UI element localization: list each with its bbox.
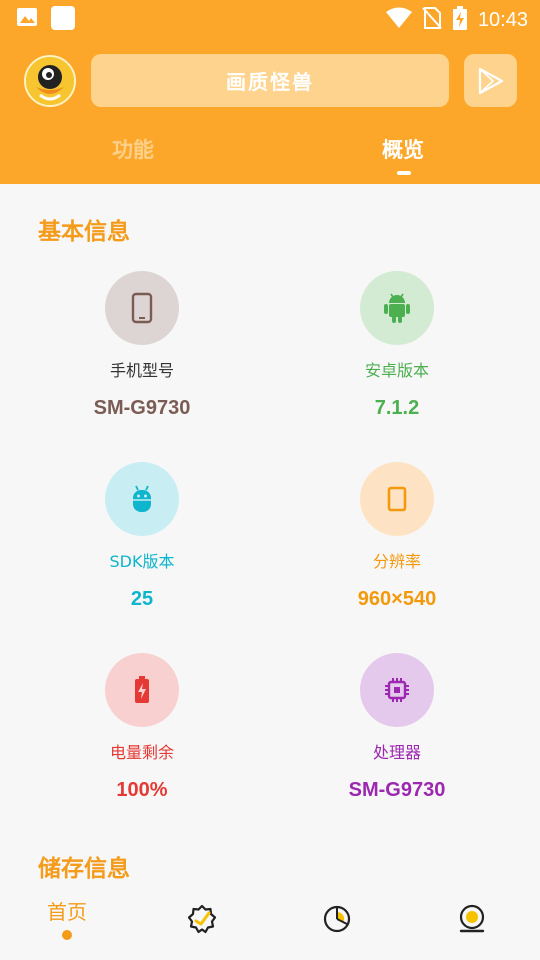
info-phone-model: 手机型号 SM-G9730 (7, 271, 277, 420)
bottom-navigation: 首页 (0, 880, 540, 960)
info-label: 手机型号 (109, 361, 174, 380)
nav-home-label: 首页 (47, 900, 87, 924)
info-icon-circle (360, 653, 434, 727)
info-icon-circle (105, 653, 179, 727)
square-icon (50, 6, 76, 36)
verified-badge-icon (187, 904, 217, 934)
info-icon-circle (360, 271, 434, 345)
tab-indicator (397, 171, 411, 175)
info-android-version: 安卓版本 7.1.2 (262, 271, 532, 420)
info-label: 处理器 (372, 743, 421, 762)
pie-chart-icon (323, 905, 351, 933)
screen-icon (387, 486, 407, 512)
app-header: 画质怪兽 功能 概览 (0, 38, 540, 184)
info-value: 25 (130, 588, 154, 610)
info-label: 安卓版本 (364, 361, 429, 380)
info-icon-circle (105, 462, 179, 536)
info-battery: 电量剩余 100% (7, 653, 277, 802)
info-value: SM-G9730 (348, 779, 446, 801)
play-store-icon (478, 67, 503, 94)
nav-active-dot (62, 930, 72, 940)
phone-icon (131, 292, 153, 324)
battery-icon (135, 676, 149, 703)
status-bar: 10:43 (0, 0, 540, 38)
play-store-button[interactable] (464, 54, 517, 107)
tab-functions[interactable]: 功能 (112, 134, 154, 164)
mascot-avatar-icon (26, 57, 74, 105)
info-processor: 处理器 SM-G9730 (262, 653, 532, 802)
avatar[interactable] (24, 55, 76, 107)
nav-stats[interactable] (270, 880, 405, 960)
profile-icon (459, 904, 485, 933)
app-title-button[interactable]: 画质怪兽 (91, 54, 449, 107)
android-icon (384, 293, 410, 323)
info-label: 分辨率 (372, 552, 421, 571)
nav-home[interactable]: 首页 (0, 880, 135, 960)
info-label: SDK版本 (109, 552, 175, 571)
cpu-icon (385, 678, 409, 702)
nav-profile[interactable] (405, 880, 540, 960)
info-sdk-version: SDK版本 25 (7, 462, 277, 611)
status-time: 10:43 (477, 8, 528, 31)
info-value: 960×540 (357, 588, 437, 610)
image-icon (16, 6, 38, 36)
tab-overview[interactable]: 概览 (382, 134, 424, 164)
android-head-icon (133, 485, 151, 512)
section-title-basic-info: 基本信息 (38, 219, 130, 245)
no-sim-icon (422, 6, 442, 34)
info-value: 100% (116, 779, 168, 801)
wifi-icon (385, 7, 412, 33)
info-resolution: 分辨率 960×540 (262, 462, 532, 611)
info-icon-circle (360, 462, 434, 536)
nav-verified[interactable] (135, 880, 270, 960)
info-label: 电量剩余 (109, 743, 174, 762)
info-value: 7.1.2 (374, 397, 420, 419)
info-icon-circle (105, 271, 179, 345)
info-value: SM-G9730 (93, 397, 191, 419)
battery-charging-icon (452, 6, 468, 34)
section-title-storage-info: 储存信息 (38, 856, 130, 882)
